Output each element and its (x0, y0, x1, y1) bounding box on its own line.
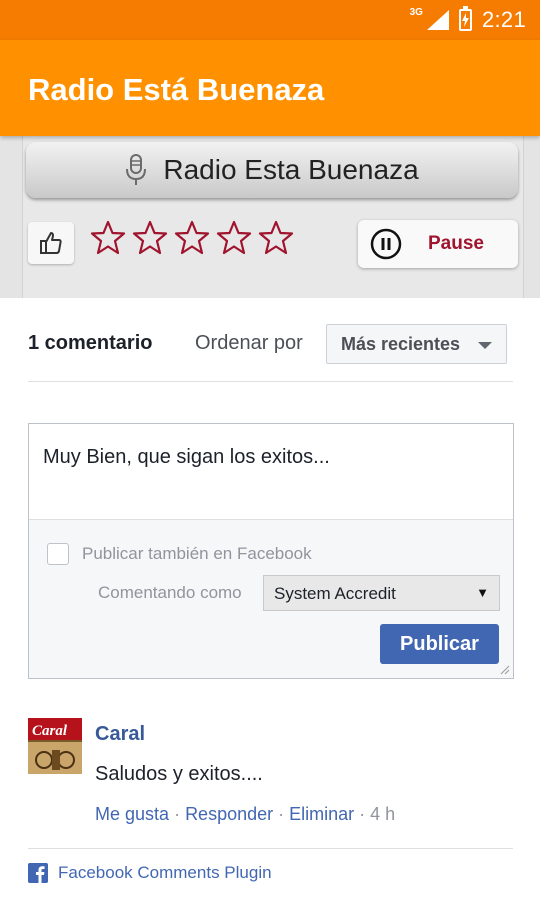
signal-icon (426, 10, 449, 30)
pause-button[interactable]: Pause (358, 220, 518, 268)
comment-item: Caral Caral Saludos y exitos.... Me gust… (28, 718, 514, 838)
pause-circle-icon (370, 228, 402, 260)
battery-charging-icon (458, 6, 472, 31)
caret-down-icon (478, 342, 492, 349)
plugin-label: Facebook Comments Plugin (58, 863, 272, 882)
microphone-icon (126, 154, 147, 185)
separator: · (278, 804, 290, 824)
avatar[interactable]: Caral (28, 718, 82, 774)
facebook-plugin-link[interactable]: Facebook Comments Plugin (28, 863, 272, 883)
facebook-checkbox[interactable] (47, 543, 69, 565)
comment-author[interactable]: Caral (95, 723, 145, 746)
comment-textarea[interactable]: Muy Bien, que sigan los exitos... (29, 424, 513, 520)
publish-button[interactable]: Publicar (380, 624, 499, 664)
comment-text: Saludos y exitos.... (95, 763, 263, 785)
app-title: Radio Está Buenaza (28, 72, 325, 107)
account-select[interactable]: System Accredit ▼ (263, 575, 500, 611)
app-bar: Radio Está Buenaza (0, 40, 540, 136)
delete-link[interactable]: Eliminar (289, 804, 354, 824)
comment-compose: Muy Bien, que sigan los exitos... Public… (28, 423, 514, 679)
star-icon-1[interactable] (90, 220, 126, 256)
separator: · (359, 804, 371, 824)
divider (28, 848, 513, 849)
facebook-checkbox-label: Publicar también en Facebook (82, 544, 312, 563)
commenting-as-label: Comentando como (98, 583, 242, 602)
status-bar: 3G 2:21 (0, 0, 540, 40)
order-label: Ordenar por (195, 332, 303, 354)
comment-count: 1 comentario (28, 332, 153, 354)
star-icon-4[interactable] (216, 220, 252, 256)
facebook-icon (28, 863, 48, 883)
reply-link[interactable]: Responder (185, 804, 273, 824)
pause-label: Pause (428, 233, 484, 254)
network-type: 3G (409, 6, 423, 18)
station-button[interactable]: Radio Esta Buenaza (26, 142, 518, 198)
account-select-value: System Accredit (274, 584, 396, 603)
star-icon-5[interactable] (258, 220, 294, 256)
divider (28, 381, 513, 382)
order-select[interactable]: Más recientes (326, 324, 507, 364)
resize-grip-icon[interactable] (498, 663, 510, 675)
caret-down-icon: ▼ (476, 585, 489, 600)
comment-actions: Me gusta · Responder · Eliminar · 4 h (95, 804, 395, 825)
station-label: Radio Esta Buenaza (163, 154, 419, 185)
status-icons: 3G 2:21 (410, 0, 526, 40)
star-rating (90, 220, 294, 256)
thumbs-up-icon (40, 232, 62, 254)
avatar-logo-text: Caral (32, 723, 68, 739)
order-select-value: Más recientes (341, 333, 461, 354)
comment-time: 4 h (370, 804, 396, 824)
like-button[interactable] (28, 222, 74, 264)
clock: 2:21 (481, 7, 526, 32)
star-icon-2[interactable] (132, 220, 168, 256)
star-icon-3[interactable] (174, 220, 210, 256)
separator: · (174, 804, 186, 824)
like-link[interactable]: Me gusta (95, 804, 169, 824)
